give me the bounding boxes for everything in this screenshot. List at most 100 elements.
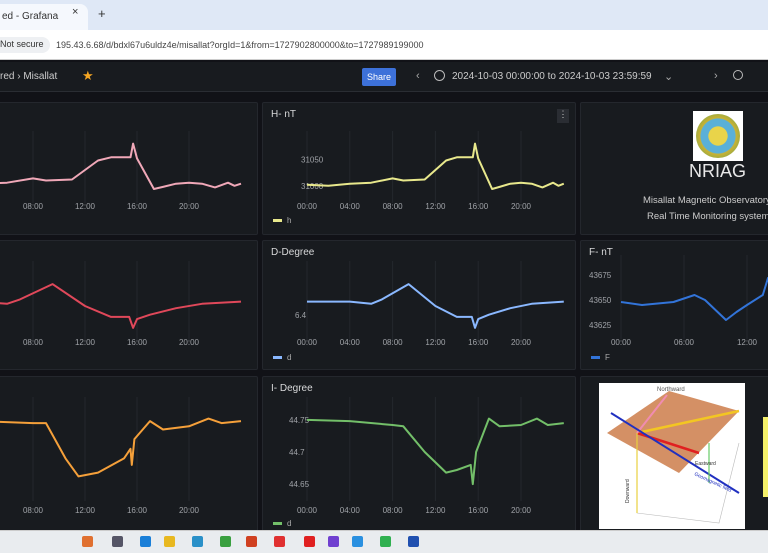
taskbar-app-icon[interactable] (352, 536, 363, 547)
y-tick-label: 44.75 (289, 416, 310, 425)
x-tick-label: 00:00 (297, 506, 318, 515)
x-tick-label: 08:00 (383, 506, 404, 515)
clock-icon (434, 70, 445, 81)
label-downward: Downward (625, 479, 631, 503)
taskbar-app-icon[interactable] (164, 536, 175, 547)
x-tick-label: 04:00 (340, 506, 361, 515)
x-tick-label: 16:00 (468, 202, 489, 211)
x-tick-label: 16:00 (468, 338, 489, 347)
y-tick-label: 6.4 (295, 311, 307, 320)
x-tick-label: 04:00 (340, 338, 361, 347)
y-tick-label: 43675 (589, 271, 612, 280)
zoom-out-icon[interactable] (733, 70, 743, 80)
panel-f[interactable]: F- nT 00:00 06:00 12:00 43675 43650 43625 F (580, 240, 768, 370)
x-tick-label: 00:00 (297, 338, 318, 347)
panel-y[interactable]: 0008:0012:0016:0020:00 (0, 240, 258, 370)
label-eastward: Eastward (695, 461, 716, 467)
nriag-logo (693, 111, 743, 161)
diagram-caption (763, 417, 768, 497)
y-tick-label: 43625 (589, 321, 612, 330)
taskbar-app-icon[interactable] (380, 536, 391, 547)
chart-z: 0008:0012:0016:0020:00 (0, 397, 242, 515)
geomagnetic-components-diagram: Northward Eastward Downward Geomagnetic … (599, 383, 745, 529)
time-range-picker[interactable]: 2024-10-03 00:00:00 to 2024-10-03 23:59:… (452, 71, 652, 82)
x-tick-label: 08:00 (23, 338, 44, 347)
tab-title: ed - Grafana (2, 11, 59, 22)
y-tick-label: 31050 (301, 155, 324, 164)
panel-h[interactable]: H- nT ⋮ 00:00 04:00 08:00 12:00 16:00 20:00 31… (262, 102, 576, 235)
x-tick-label: 08:00 (383, 338, 404, 347)
x-tick-label: 16:00 (127, 338, 148, 347)
breadcrumb[interactable]: red › Misallat (0, 71, 57, 82)
panel-d[interactable]: D-Degree 00:00 04:00 08:00 12:00 16:00 20:00 6… (262, 240, 576, 370)
y-tick-label: 44.65 (289, 480, 310, 489)
panel-z[interactable]: 0008:0012:0016:0020:00 (0, 376, 258, 536)
time-back-button[interactable]: ‹ (416, 70, 420, 82)
x-tick-label: 08:00 (383, 202, 404, 211)
legend-d[interactable]: d (273, 353, 291, 362)
url-input[interactable]: 195.43.6.68/d/bdxl67u6uldz4e/misallat?or… (56, 40, 424, 50)
x-tick-label: 20:00 (179, 506, 200, 515)
x-tick-label: 00:00 (297, 202, 318, 211)
taskbar-app-icon[interactable] (408, 536, 419, 547)
series-line-z (0, 417, 242, 478)
share-button[interactable]: Share (362, 68, 396, 86)
panel-diagram: Northward Eastward Downward Geomagnetic … (580, 376, 768, 536)
panel-info: NRIAG Misallat Magnetic Observatory Real… (580, 102, 768, 235)
label-northward: Northward (657, 387, 685, 393)
panel-i[interactable]: I- Degree 00:00 04:00 08:00 12:00 16:00 20:00… (262, 376, 576, 536)
taskbar-app-icon[interactable] (328, 536, 339, 547)
x-tick-label: 12:00 (737, 338, 758, 347)
series-line-x (0, 142, 242, 190)
x-tick-label: 20:00 (179, 338, 200, 347)
taskbar-app-icon[interactable] (274, 536, 285, 547)
x-tick-label: 20:00 (511, 506, 532, 515)
legend-i[interactable]: d (273, 519, 291, 528)
taskbar-app-icon[interactable] (140, 536, 151, 547)
time-range-caret-icon[interactable]: ⌄ (664, 70, 673, 83)
x-tick-label: 16:00 (127, 506, 148, 515)
x-tick-label: 20:00 (511, 338, 532, 347)
logo-text: NRIAG (689, 161, 747, 181)
security-indicator[interactable]: Not secure (0, 37, 50, 53)
observatory-name: Misallat Magnetic Observatory (643, 195, 768, 206)
new-tab-button[interactable]: + (98, 6, 106, 21)
series-line-f (620, 277, 768, 321)
close-tab-icon[interactable]: × (72, 6, 78, 18)
taskbar-app-icon[interactable] (246, 536, 257, 547)
system-name: Real Time Monitoring system (647, 211, 768, 222)
star-icon[interactable]: ★ (82, 68, 94, 84)
taskbar-app-icon[interactable] (192, 536, 203, 547)
legend-f[interactable]: F (591, 353, 610, 362)
browser-tab-bar (0, 0, 768, 30)
panel-x[interactable]: 0008:0012:0016:0020:00 (0, 102, 258, 235)
label-field: Geomagnetic field (693, 471, 732, 494)
time-forward-button[interactable]: › (714, 70, 718, 82)
x-tick-label: 20:00 (179, 202, 200, 211)
chart-d: 00:00 04:00 08:00 12:00 16:00 20:00 6.4 (295, 261, 564, 347)
chart-i: 00:00 04:00 08:00 12:00 16:00 20:00 44.75 44.7 4… (289, 397, 564, 515)
taskbar-app-icon[interactable] (220, 536, 231, 547)
x-tick-label: 04:00 (340, 202, 361, 211)
x-tick-label: 06:00 (674, 338, 695, 347)
x-tick-label: 16:00 (127, 202, 148, 211)
y-tick-label: 44.7 (289, 448, 305, 457)
x-tick-label: 12:00 (75, 202, 96, 211)
x-tick-label: 16:00 (468, 506, 489, 515)
chart-f: 00:00 06:00 12:00 43675 43650 43625 (589, 255, 768, 347)
taskbar-app-icon[interactable] (82, 536, 93, 547)
chart-y: 0008:0012:0016:0020:00 (0, 261, 242, 347)
series-line-y (0, 283, 242, 329)
taskbar-app-icon[interactable] (304, 536, 315, 547)
x-tick-label: 12:00 (425, 338, 446, 347)
x-tick-label: 12:00 (425, 202, 446, 211)
legend-h[interactable]: h (273, 216, 291, 225)
y-tick-label: 43650 (589, 296, 612, 305)
x-tick-label: 08:00 (23, 202, 44, 211)
x-tick-label: 08:00 (23, 506, 44, 515)
taskbar-app-icon[interactable] (112, 536, 123, 547)
x-tick-label: 12:00 (425, 506, 446, 515)
chart-x: 0008:0012:0016:0020:00 (0, 131, 242, 211)
chart-h: 00:00 04:00 08:00 12:00 16:00 20:003105031000 (297, 131, 565, 211)
x-tick-label: 20:00 (511, 202, 532, 211)
